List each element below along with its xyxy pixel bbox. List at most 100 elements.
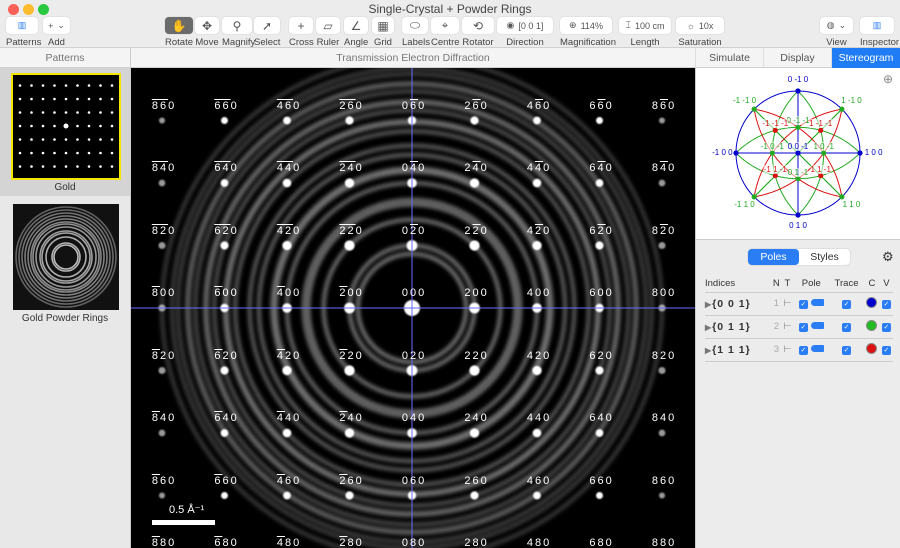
length-field[interactable]: ⌶ 100 cm Length <box>619 17 671 48</box>
minimize-window-button[interactable] <box>23 4 34 15</box>
diffraction-spot <box>658 241 666 250</box>
diffraction-spot <box>345 491 354 500</box>
pole-row[interactable]: ▶{1 1 1} 3 ⊢ ✓ ✓ ✓ <box>705 338 893 361</box>
pole-row[interactable]: ▶{0 0 1} 1 ⊢ ✓ ✓ ✓ <box>705 292 893 315</box>
color-swatch[interactable] <box>866 319 878 331</box>
tool-rotator[interactable]: ⟲ Rotator <box>462 17 494 48</box>
thumb-spot <box>76 124 79 128</box>
diffraction-spot <box>283 116 291 125</box>
window-title: Single-Crystal + Powder Rings <box>368 2 532 16</box>
pole-001[interactable] <box>795 212 801 218</box>
pole-label: 1 0 -1 <box>813 142 834 151</box>
tool-magnify[interactable]: ⚲ Magnify <box>222 17 255 48</box>
stereogram-view[interactable]: 0 -1 0 -1 0 0 1 0 0 0 1 0 0 0 -1 -1 -1 0 1 -1 … <box>696 68 900 240</box>
color-swatch[interactable] <box>866 296 878 308</box>
tab-display[interactable]: Display <box>763 48 831 68</box>
direction-field[interactable]: ◉ [0 0 1] Direction <box>497 17 553 48</box>
zoom-icon[interactable]: ⊕ <box>883 72 893 86</box>
pole-011[interactable] <box>795 124 801 130</box>
trace-checkbox[interactable]: ✓ <box>842 323 852 332</box>
pole-001[interactable] <box>733 150 739 156</box>
pole-checkbox[interactable]: ✓ <box>798 346 808 355</box>
scale-bar <box>152 520 215 525</box>
spot-label: 820 <box>651 349 677 362</box>
visible-checkbox[interactable]: ✓ <box>881 346 891 355</box>
pole-011[interactable] <box>839 194 845 200</box>
spot-label: 660 <box>589 474 614 487</box>
add-button[interactable]: + ⌄ Add <box>43 17 70 48</box>
pole-n: 1 <box>773 298 779 309</box>
pattern-item-gold[interactable]: Gold <box>0 68 130 196</box>
tool-cross[interactable]: + Cross <box>289 17 314 48</box>
close-window-button[interactable] <box>8 4 19 15</box>
pole-001[interactable] <box>857 150 863 156</box>
thumb-spot <box>41 84 45 87</box>
visible-checkbox[interactable]: ✓ <box>881 300 891 309</box>
zoom-window-button[interactable] <box>38 4 49 15</box>
thumb-spot <box>87 138 91 141</box>
view-button[interactable]: ◍ ⌄ View <box>820 17 853 48</box>
trace-type-icon[interactable]: ⊢ <box>781 338 793 361</box>
segment-styles[interactable]: Styles <box>799 249 850 265</box>
inspector-icon: ▥ <box>860 17 894 34</box>
pole-111[interactable] <box>772 127 778 133</box>
pole-label: 1 -1 -1 <box>809 119 833 129</box>
pole-checkbox[interactable]: ✓ <box>798 300 808 309</box>
tool-ruler[interactable]: ▱ Ruler <box>316 17 340 48</box>
pole-011[interactable] <box>795 176 801 182</box>
chevron-down-icon: ⌄ <box>838 20 847 30</box>
pole-011[interactable] <box>751 106 757 112</box>
trace-checkbox[interactable]: ✓ <box>842 346 852 355</box>
trace-type-icon[interactable]: ⊢ <box>781 315 793 338</box>
pole-111[interactable] <box>818 173 824 179</box>
tool-move[interactable]: ✥ Move <box>195 17 219 48</box>
gear-icon[interactable]: ⚙ <box>882 249 894 265</box>
trace-checkbox[interactable]: ✓ <box>842 300 852 309</box>
thumb-spot <box>64 111 68 114</box>
color-swatch[interactable] <box>866 342 878 354</box>
pole-style-icon[interactable] <box>810 322 824 329</box>
segment-poles[interactable]: Poles <box>748 249 799 265</box>
tool-grid[interactable]: ▦ Grid <box>372 17 394 48</box>
pole-111[interactable] <box>818 127 824 133</box>
pole-style-icon[interactable] <box>810 345 824 352</box>
pole-011[interactable] <box>839 106 845 112</box>
pole-001[interactable] <box>795 88 801 94</box>
diffraction-view[interactable]: 860 660 460 260 060 260 460 660 860 840 640 440 240 0… <box>131 68 695 548</box>
pole-row[interactable]: ▶{0 1 1} 2 ⊢ ✓ ✓ ✓ <box>705 315 893 338</box>
thumb-spot <box>87 111 91 114</box>
pole-style-icon[interactable] <box>810 299 824 306</box>
label: Select <box>254 37 281 48</box>
pattern-item-gold-powder-rings[interactable]: Gold Powder Rings <box>0 198 130 326</box>
tool-angle[interactable]: ∠ Angle <box>344 17 368 48</box>
pole-011[interactable] <box>751 194 757 200</box>
patterns-toggle-button[interactable]: ▥ Patterns <box>6 17 41 48</box>
inspector-toggle-button[interactable]: ▥ Inspector <box>860 17 899 48</box>
pole-checkbox[interactable]: ✓ <box>798 323 808 332</box>
pole-111[interactable] <box>772 173 778 179</box>
pattern-name: Gold Powder Rings <box>21 313 109 324</box>
pole-011[interactable] <box>821 150 827 156</box>
saturation-field[interactable]: ☼ 10x Saturation <box>676 17 724 48</box>
length-value: 100 cm <box>634 20 665 31</box>
tool-labels[interactable]: ⬭ Labels <box>402 17 430 48</box>
diffraction-spot <box>282 178 292 188</box>
visible-checkbox[interactable]: ✓ <box>881 323 891 332</box>
trace-type-icon[interactable]: ⊢ <box>781 292 793 315</box>
spot-label: 460 <box>526 474 552 487</box>
tool-rotate[interactable]: ✋ Rotate <box>165 17 193 48</box>
pole-011[interactable] <box>769 150 775 156</box>
spot-label: 420 <box>276 224 302 237</box>
tab-stereogram[interactable]: Stereogram <box>831 48 900 68</box>
spot-label: 280 <box>464 537 489 548</box>
tab-simulate[interactable]: Simulate <box>695 48 763 68</box>
spot-label: 080 <box>401 537 427 548</box>
magnification-field[interactable]: ⊕ 114% Magnification <box>560 17 616 48</box>
pole-label: 0 -1 0 <box>787 74 809 84</box>
diffraction-spot <box>221 492 228 499</box>
pole-001[interactable] <box>795 150 801 156</box>
tool-select[interactable]: ➚ Select <box>254 17 280 48</box>
tool-centre[interactable]: ⌖ Centre <box>431 17 460 48</box>
diffraction-spot <box>470 116 479 125</box>
thumb-spot <box>76 151 79 155</box>
